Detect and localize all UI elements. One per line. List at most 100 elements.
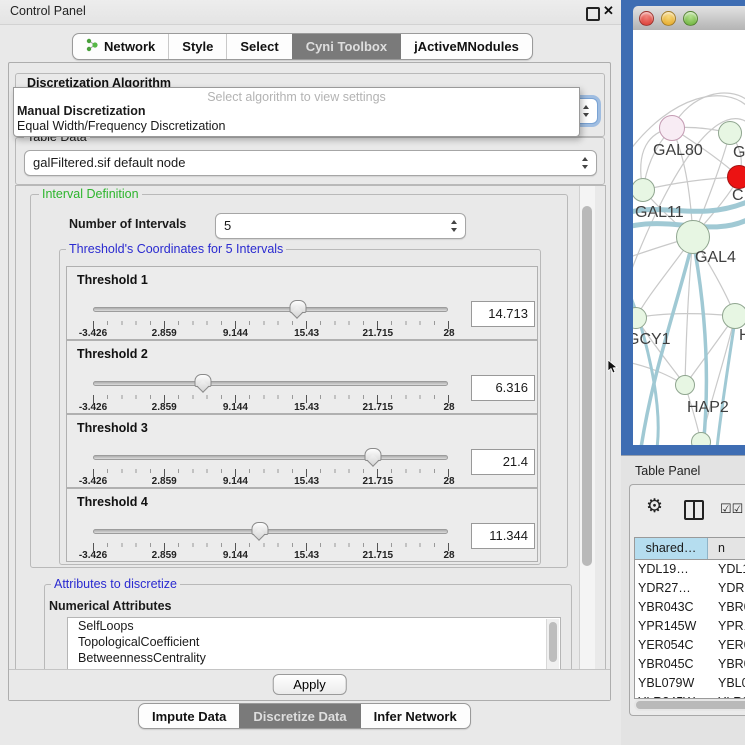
tab-label: Style: [182, 39, 213, 54]
threshold-slider[interactable]: [93, 521, 448, 541]
tab-network[interactable]: Network: [73, 34, 168, 59]
slider-handle[interactable]: [195, 374, 212, 387]
table-cell[interactable]: YBL0: [710, 674, 745, 693]
panel-scrollbar[interactable]: [579, 186, 595, 670]
zoom-traffic-light[interactable]: [683, 11, 698, 26]
control-panel-titlebar: Control Panel ✕: [0, 0, 621, 25]
column-header-shared-name[interactable]: shared…: [635, 538, 708, 559]
node-table: shared… n YDL19… YDL1 YDR27… YDR2: [634, 537, 745, 699]
threshold-slider[interactable]: [93, 447, 448, 467]
table-cell[interactable]: YPR145W: [635, 617, 710, 636]
network-node[interactable]: [675, 375, 695, 395]
network-node[interactable]: [659, 115, 685, 141]
table-data-combo[interactable]: galFiltered.sif default node: [24, 150, 597, 176]
network-node[interactable]: [727, 165, 745, 189]
screen: Control Panel ✕ Network Style Select Cyn…: [0, 0, 745, 745]
table-row[interactable]: YBR045C YBR0: [635, 655, 745, 674]
table-horizontal-scrollbar[interactable]: [634, 699, 745, 711]
network-node[interactable]: [691, 432, 711, 445]
threshold-value-field[interactable]: 6.316: [471, 375, 535, 401]
threshold-slider[interactable]: [93, 373, 448, 393]
network-node-label: GAL11: [635, 204, 684, 222]
tab-impute-data[interactable]: Impute Data: [139, 704, 239, 728]
table-cell[interactable]: YBR0: [710, 655, 745, 674]
table-cell[interactable]: YER0: [710, 636, 745, 655]
table-row[interactable]: YDR27… YDR2: [635, 579, 745, 598]
network-view-window: GAL80GACGAL11GAL4GCY1HHAP2: [621, 0, 745, 455]
network-node[interactable]: [722, 303, 745, 329]
threshold-value-field[interactable]: 14.713: [471, 301, 535, 327]
combo-value: 5: [224, 218, 231, 233]
table-cell[interactable]: YER054C: [635, 636, 710, 655]
scrollbar-thumb[interactable]: [582, 206, 592, 566]
popup-item-equal-width[interactable]: Equal Width/Frequency Discretization: [17, 119, 225, 133]
table-cell[interactable]: YBL079W: [635, 674, 710, 693]
table-row[interactable]: YBR043C YBR0: [635, 598, 745, 617]
slider-track[interactable]: [93, 455, 448, 460]
close-icon[interactable]: ✕: [603, 3, 614, 19]
table-cell[interactable]: YDR2: [710, 579, 745, 598]
tick-label: 15.43: [294, 328, 319, 339]
tab-discretize-data[interactable]: Discretize Data: [239, 704, 359, 728]
slider-handle[interactable]: [365, 448, 382, 461]
tab-infer-network[interactable]: Infer Network: [360, 704, 470, 728]
minimize-traffic-light[interactable]: [661, 11, 676, 26]
network-canvas[interactable]: GAL80GACGAL11GAL4GCY1HHAP2: [633, 30, 745, 445]
table-cell[interactable]: YBR045C: [635, 655, 710, 674]
list-scrollbar[interactable]: [546, 619, 559, 671]
table-cell[interactable]: YDR27…: [635, 579, 710, 598]
cyni-bottom-tabbar: Impute Data Discretize Data Infer Networ…: [138, 703, 471, 729]
table-cell[interactable]: YBR0: [710, 598, 745, 617]
table-row[interactable]: YBL079W YBL0: [635, 674, 745, 693]
tab-cyni-toolbox[interactable]: Cyni Toolbox: [292, 34, 400, 59]
column-header-name[interactable]: n: [708, 538, 745, 559]
list-item[interactable]: TopologicalCoefficient: [68, 634, 560, 650]
select-columns-icon[interactable]: ☑☑: [720, 501, 743, 517]
popup-item-manual[interactable]: Manual Discretization: [17, 104, 146, 118]
table-cell[interactable]: YBR043C: [635, 598, 710, 617]
numerical-attributes-list[interactable]: SelfLoopsTopologicalCoefficientBetweenne…: [67, 617, 561, 671]
table-row[interactable]: YPR145W YPR1: [635, 617, 745, 636]
tab-style[interactable]: Style: [168, 34, 226, 59]
network-node-label: GAL80: [653, 142, 703, 160]
table-row[interactable]: YDL19… YDL1: [635, 560, 745, 579]
table-row[interactable]: YER054C YER0: [635, 636, 745, 655]
combo-arrows-icon: [451, 220, 458, 232]
column-layout-icon[interactable]: [684, 500, 704, 520]
slider-track[interactable]: [93, 529, 448, 534]
table-cell[interactable]: YDL1: [710, 560, 745, 579]
slider-track[interactable]: [93, 381, 448, 386]
table-cell[interactable]: YPR1: [710, 617, 745, 636]
table-panel-title: Table Panel: [635, 464, 700, 478]
threshold-label: Threshold 4: [77, 495, 148, 509]
threshold-panel-1: Threshold 1 -3.4262.8599.14415.4321.7152…: [66, 266, 538, 340]
scrollbar-thumb[interactable]: [549, 622, 557, 662]
threshold-value-field[interactable]: 21.4: [471, 449, 535, 475]
list-item[interactable]: SelfLoops: [68, 618, 560, 634]
num-intervals-combo[interactable]: 5: [215, 213, 466, 239]
tick-label: 9.144: [223, 402, 248, 413]
attributes-group: Attributes to discretize Numerical Attri…: [44, 584, 572, 671]
list-item[interactable]: BetweennessCentrality: [68, 650, 560, 666]
apply-button[interactable]: Apply: [272, 674, 347, 695]
slider-handle[interactable]: [289, 300, 306, 313]
tick-label: -3.426: [79, 476, 107, 487]
table-data-group: Table Data galFiltered.sif default node: [15, 137, 605, 185]
float-window-icon[interactable]: [586, 7, 600, 21]
slider-track[interactable]: [93, 307, 448, 312]
threshold-value-field[interactable]: 11.344: [471, 523, 535, 549]
tick-label: 21.715: [363, 328, 394, 339]
threshold-slider[interactable]: [93, 299, 448, 319]
num-intervals-label: Number of Intervals: [69, 217, 186, 231]
scrollbar-thumb[interactable]: [636, 701, 745, 709]
gear-icon[interactable]: ⚙: [646, 495, 663, 518]
tick-label: 28: [443, 476, 454, 487]
tab-jactivemnodules[interactable]: jActiveMNodules: [400, 34, 532, 59]
tab-select[interactable]: Select: [226, 34, 291, 59]
network-node[interactable]: [718, 121, 742, 145]
slider-handle[interactable]: [251, 522, 268, 535]
table-cell[interactable]: YDL19…: [635, 560, 710, 579]
tick-label: -3.426: [79, 550, 107, 561]
network-window-titlebar[interactable]: [633, 6, 745, 31]
close-traffic-light[interactable]: [639, 11, 654, 26]
